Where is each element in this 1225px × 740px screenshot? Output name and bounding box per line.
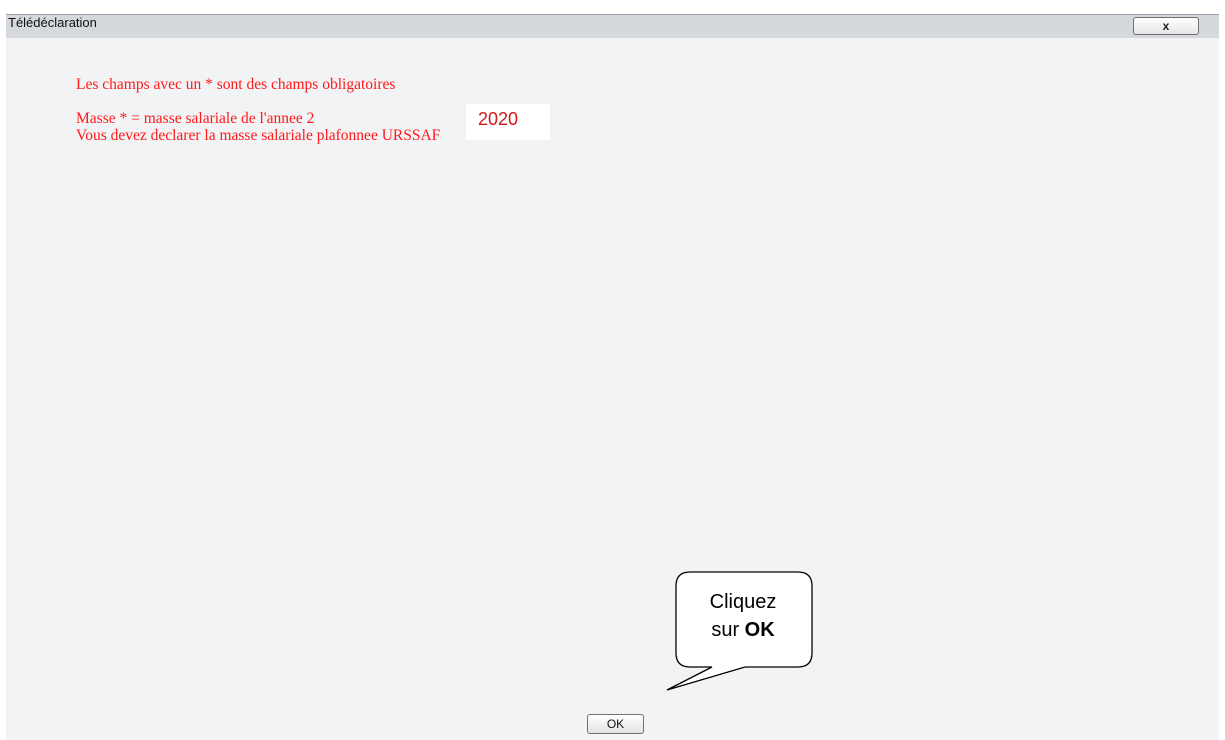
dialog-body: Les champs avec un * sont des champs obl… [6, 38, 1219, 740]
callout-line-1: Cliquez [709, 591, 777, 613]
teledeclaration-dialog: Télédéclaration x Les champs avec un * s… [6, 14, 1219, 740]
masse-message: Masse * = masse salariale de l'annee 2 [76, 110, 315, 127]
plafonnee-message: Vous devez declarer la masse salariale p… [76, 127, 441, 144]
callout-line-2: sur OK [676, 616, 810, 644]
screen: Télédéclaration x Les champs avec un * s… [0, 0, 1225, 740]
dialog-titlebar: Télédéclaration x [6, 14, 1219, 38]
required-fields-message: Les champs avec un * sont des champs obl… [76, 76, 396, 93]
dialog-title: Télédéclaration [8, 15, 97, 30]
year-overlay: 2020 [466, 104, 550, 140]
close-button[interactable]: x [1133, 17, 1199, 35]
callout-text: Cliquez sur OK [676, 588, 810, 644]
callout-ok-word: OK [744, 619, 775, 641]
ok-button[interactable]: OK [587, 714, 644, 734]
callout-line-2-prefix: sur [711, 619, 745, 641]
